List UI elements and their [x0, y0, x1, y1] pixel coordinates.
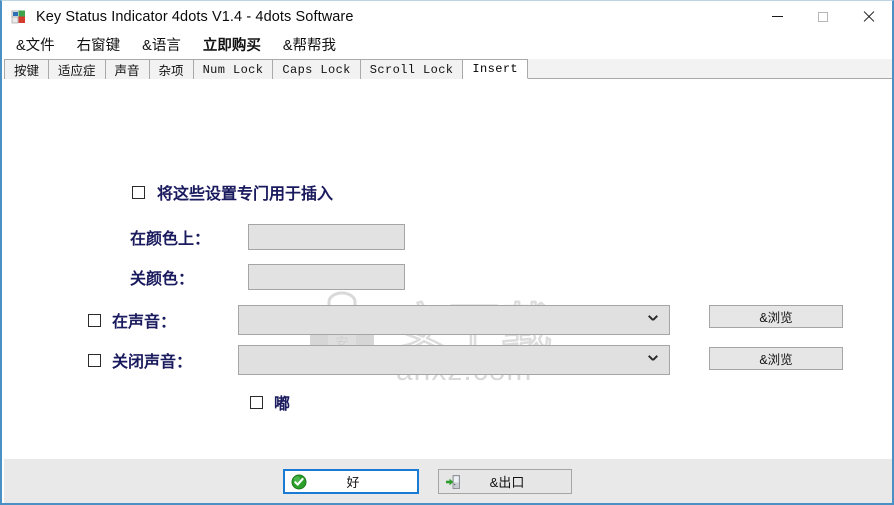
- exit-door-icon: [445, 474, 461, 490]
- green-check-icon: [291, 474, 307, 490]
- sound-on-checkbox[interactable]: [88, 313, 101, 327]
- menu-item-buy-now[interactable]: 立即购买: [203, 34, 261, 55]
- maximize-icon: [818, 11, 828, 22]
- menu-item-language[interactable]: &语言: [142, 34, 181, 55]
- close-icon: [863, 11, 875, 23]
- app-logo-icon: [11, 9, 27, 25]
- window-controls: [754, 1, 892, 32]
- beep-row[interactable]: 嘟: [250, 390, 290, 414]
- ok-button-label: 好: [346, 475, 360, 490]
- exit-button[interactable]: &出口: [438, 469, 572, 494]
- color-off-swatch[interactable]: [248, 264, 405, 290]
- footer-bar: 好 &出口: [4, 459, 892, 503]
- tab-keys[interactable]: 按键: [4, 59, 50, 79]
- sound-off-row: 关闭声音：: [88, 345, 670, 375]
- minimize-icon: [771, 16, 783, 17]
- tab-misc[interactable]: 杂项: [149, 59, 194, 79]
- sound-off-browse-button[interactable]: &浏览: [709, 347, 843, 370]
- menu-item-right-window-key[interactable]: 右窗键: [77, 34, 121, 55]
- tab-insert[interactable]: Insert: [463, 59, 529, 79]
- ok-button[interactable]: 好: [283, 469, 419, 494]
- sound-on-browse-button[interactable]: &浏览: [709, 305, 843, 328]
- tab-scroll-lock[interactable]: Scroll Lock: [360, 59, 464, 79]
- sound-on-label: 在声音：: [112, 314, 177, 331]
- maximize-button[interactable]: [800, 1, 846, 32]
- menu-bar: &文件 右窗键 &语言 立即购买 &帮帮我: [2, 32, 892, 57]
- tab-num-lock[interactable]: Num Lock: [193, 59, 274, 79]
- dedicated-setting-row[interactable]: 将这些设置专门用于插入: [132, 180, 333, 204]
- color-on-row: 在颜色上：: [130, 224, 420, 250]
- chevron-down-icon: [648, 314, 657, 323]
- color-on-label: 在颜色上：: [130, 231, 211, 248]
- tab-sound[interactable]: 声音: [105, 59, 150, 79]
- exit-button-label: &出口: [489, 475, 525, 490]
- sound-off-checkbox[interactable]: [88, 353, 101, 367]
- color-on-swatch[interactable]: [248, 224, 405, 250]
- minimize-button[interactable]: [754, 1, 800, 32]
- tab-panel-insert: 安 安下载 anxz.com 将这些设置专门用于插入 在颜色上： 关颜色： 在声…: [4, 79, 892, 459]
- application-window: Key Status Indicator 4dots V1.4 - 4dots …: [0, 0, 894, 505]
- beep-label: 嘟: [274, 396, 291, 413]
- title-bar: Key Status Indicator 4dots V1.4 - 4dots …: [2, 1, 892, 32]
- window-title: Key Status Indicator 4dots V1.4 - 4dots …: [36, 8, 354, 25]
- sound-off-label: 关闭声音：: [112, 354, 193, 371]
- color-off-label: 关颜色：: [130, 271, 195, 288]
- dedicated-setting-label: 将这些设置专门用于插入: [157, 186, 334, 203]
- color-off-row: 关颜色：: [130, 264, 420, 290]
- sound-on-combobox[interactable]: [238, 305, 670, 335]
- tab-caps-lock[interactable]: Caps Lock: [273, 59, 361, 79]
- menu-item-help[interactable]: &帮帮我: [283, 34, 336, 55]
- sound-off-combobox[interactable]: [238, 345, 670, 375]
- sound-on-row: 在声音：: [88, 305, 670, 335]
- menu-item-file[interactable]: &文件: [16, 34, 55, 55]
- beep-checkbox[interactable]: [250, 395, 263, 409]
- dedicated-setting-checkbox[interactable]: [132, 185, 145, 199]
- chevron-down-icon: [648, 354, 657, 363]
- tab-indications[interactable]: 适应症: [49, 59, 106, 79]
- tab-strip: 按键 适应症 声音 杂项 Num Lock Caps Lock Scroll L…: [4, 59, 892, 79]
- close-button[interactable]: [846, 1, 892, 32]
